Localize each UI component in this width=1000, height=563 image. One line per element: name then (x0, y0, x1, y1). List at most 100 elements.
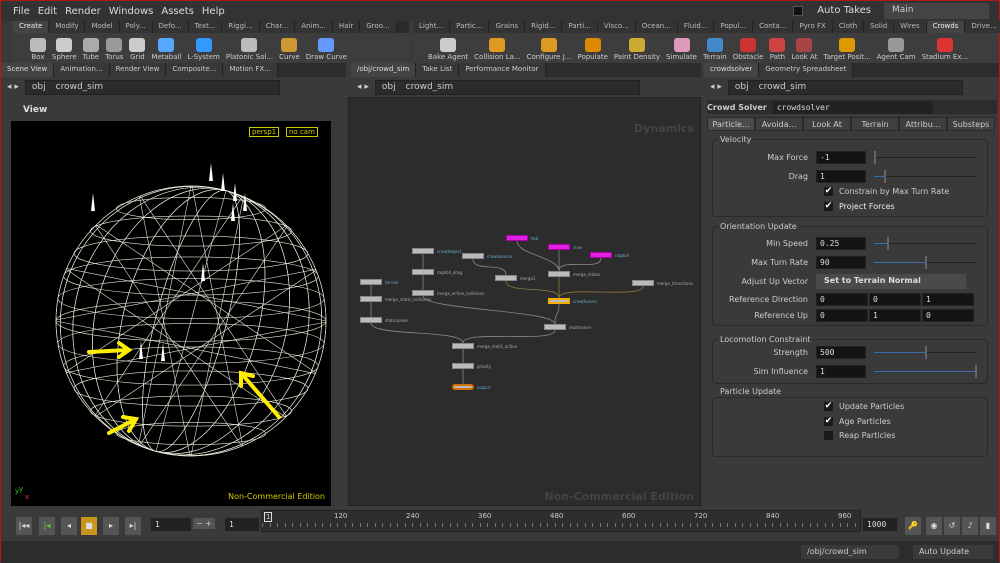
pane-tab-obj-crowd-sim[interactable]: /obj/crowd_sim (351, 63, 417, 77)
realtime-button[interactable]: ◉ (926, 517, 942, 535)
update-particles-checkbox[interactable]: ✔ Update Particles (824, 402, 904, 411)
pane-tab-composite[interactable]: Composite... (166, 63, 224, 77)
shelf-tab-solid[interactable]: Solid (864, 21, 895, 33)
tool-path[interactable]: Path (769, 38, 786, 61)
ref-up-z[interactable]: 0 (922, 308, 974, 322)
back-icon[interactable]: ◂ ▸ (710, 82, 722, 92)
pane-tab-geometry-spreadsheet[interactable]: Geometry Spreadsheet (759, 63, 854, 77)
audio-button[interactable]: ♪ (962, 517, 978, 535)
age-particles-checkbox[interactable]: ✔ Age Particles (824, 417, 891, 426)
tool-obstacle[interactable]: Obstacle (733, 38, 763, 61)
shelf-tab-anim[interactable]: Anim... (295, 21, 333, 33)
pane-tab-performance-monitor[interactable]: Performance Monitor (459, 63, 546, 77)
shelf-tab-visco[interactable]: Visco... (597, 21, 636, 33)
network-node[interactable] (360, 296, 382, 302)
network-node[interactable] (452, 363, 474, 369)
pane-tab-animation[interactable]: Animation... (54, 63, 110, 77)
menu-assets[interactable]: Assets (161, 6, 194, 17)
sim-influence-slider[interactable] (874, 364, 977, 378)
shelf-tab-fluid[interactable]: Fluid... (677, 21, 715, 33)
end-frame-field[interactable]: 1000 (863, 518, 897, 531)
tool-curve[interactable]: Curve (279, 38, 300, 61)
network-node[interactable] (452, 343, 474, 349)
network-node[interactable] (548, 271, 570, 277)
min-speed-slider[interactable] (874, 236, 976, 250)
param-tab-attribu[interactable]: Attribu... (899, 117, 947, 131)
back-icon[interactable]: ◂ ▸ (357, 82, 369, 92)
last-frame-button[interactable]: ▸| (125, 517, 141, 535)
shelf-tab-wires[interactable]: Wires (894, 21, 927, 33)
loop-button[interactable]: ↺ (944, 517, 960, 535)
shelf-tab-cloth[interactable]: Cloth (832, 21, 865, 33)
auto-takes-toggle[interactable]: Auto Takes (793, 5, 879, 16)
shelf-tab-char[interactable]: Char... (259, 21, 296, 33)
path-breadcrumb[interactable]: obj crowd_sim (24, 79, 280, 95)
timeline-ruler[interactable]: 1 120 240 360 480 600 720 840 960 (261, 510, 861, 532)
tool-terrain[interactable]: Terrain (703, 38, 727, 61)
tool-platonic-sol[interactable]: Platonic Sol... (226, 38, 273, 61)
network-node[interactable] (452, 384, 474, 390)
tool-populate[interactable]: Populate (577, 38, 608, 61)
network-node[interactable] (360, 317, 382, 323)
ref-dir-z[interactable]: 1 (922, 292, 974, 306)
shelf-tab-poly[interactable]: Poly... (119, 21, 153, 33)
path-node[interactable]: crowd_sim (759, 82, 807, 92)
current-frame-field[interactable]: 1 (151, 518, 191, 531)
shelf-tab-create[interactable]: Create (13, 21, 50, 33)
pane-tab-crowdsolver[interactable]: crowdsolver (704, 63, 760, 77)
network-node[interactable] (590, 252, 612, 258)
tool-stadium-ex[interactable]: Stadium Ex... (922, 38, 968, 61)
shelf-tab-crowds[interactable]: Crowds (926, 21, 966, 33)
max-force-slider[interactable] (874, 150, 976, 164)
first-frame-button[interactable]: |◂◂ (16, 517, 32, 535)
pane-tab-motion-fx[interactable]: Motion FX... (223, 63, 278, 77)
tool-draw-curve[interactable]: Draw Curve (306, 38, 347, 61)
prev-key-button[interactable]: |◂ (39, 517, 55, 535)
shelf-tab-rigid[interactable]: Rigid... (525, 21, 563, 33)
tool-target-posit[interactable]: Target Posit... (823, 38, 871, 61)
path-root[interactable]: obj (735, 82, 749, 92)
play-button[interactable]: ▸ (103, 517, 119, 535)
param-tab-terrain[interactable]: Terrain (851, 117, 899, 131)
status-path[interactable]: /obj/crowd_sim (801, 545, 899, 559)
node-name-field[interactable]: crowdsolver (772, 100, 933, 114)
network-node[interactable] (506, 235, 528, 241)
shelf-tab-hair[interactable]: Hair (332, 21, 361, 33)
shelf-tab-parti[interactable]: Parti... (562, 21, 598, 33)
path-node[interactable]: crowd_sim (406, 82, 454, 92)
menu-edit[interactable]: Edit (38, 6, 57, 17)
path-root[interactable]: obj (32, 82, 46, 92)
shelf-tab-text[interactable]: Text... (188, 21, 223, 33)
path-node[interactable]: crowd_sim (56, 82, 104, 92)
tool-metaball[interactable]: Metaball (151, 38, 181, 61)
tool-simulate[interactable]: Simulate (666, 38, 697, 61)
scene-viewport[interactable]: persp1 no cam y y x Non-Commercial Editi… (11, 121, 331, 506)
network-node[interactable] (412, 290, 434, 296)
project-forces-checkbox[interactable]: ✔ Project Forces (824, 202, 895, 211)
strength-slider[interactable] (874, 345, 976, 359)
back-icon[interactable]: ◂ ▸ (7, 82, 19, 92)
update-mode-menu[interactable]: Auto Update (913, 545, 993, 559)
shelf-tab-partic[interactable]: Partic... (450, 21, 490, 33)
ref-dir-x[interactable]: 0 (816, 292, 868, 306)
tool-l-system[interactable]: L-System (187, 38, 220, 61)
tool-torus[interactable]: Torus (105, 38, 123, 61)
tool-configure-j[interactable]: Configure J... (527, 38, 571, 61)
param-tab-particle[interactable]: Particle... (707, 117, 755, 131)
shelf-tab-groo[interactable]: Groo... (360, 21, 397, 33)
step-field[interactable]: 1 (225, 518, 259, 531)
network-node[interactable] (412, 269, 434, 275)
stop-button[interactable]: ■ (81, 517, 97, 535)
shelf-tab-riggi[interactable]: Riggi... (222, 21, 260, 33)
tool-collision-la[interactable]: Collision La... (474, 38, 521, 61)
param-tab-look-at[interactable]: Look At (803, 117, 851, 131)
menu-windows[interactable]: Windows (109, 6, 154, 17)
global-anim-button[interactable]: ▮ (980, 517, 996, 535)
path-breadcrumb[interactable]: obj crowd_sim (374, 79, 640, 95)
network-node[interactable] (360, 279, 382, 285)
network-node[interactable] (495, 275, 517, 281)
tool-bake-agent[interactable]: Bake Agent (428, 38, 468, 61)
pane-tab-scene-view[interactable]: Scene View (1, 63, 55, 77)
play-reverse-button[interactable]: ◂ (61, 517, 77, 535)
pane-tab-take-list[interactable]: Take List (416, 63, 460, 77)
